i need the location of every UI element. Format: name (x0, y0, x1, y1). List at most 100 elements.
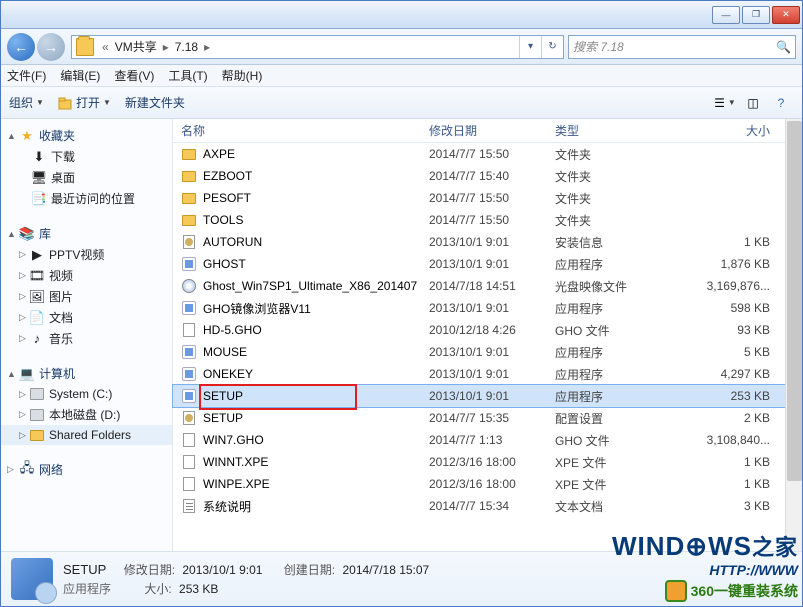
expand-icon[interactable]: ▷ (7, 464, 17, 475)
expand-icon[interactable]: ▷ (19, 312, 29, 323)
minimize-button[interactable]: — (712, 6, 740, 24)
sidebar-item-drive-c[interactable]: ▷System (C:) (1, 384, 172, 404)
sidebar-item-videos[interactable]: ▷🎞视频 (1, 265, 172, 286)
exe-icon (182, 345, 196, 359)
file-row[interactable]: ONEKEY2013/10/1 9:01应用程序4,297 KB (173, 363, 802, 385)
file-row[interactable]: SETUP2013/10/1 9:01应用程序253 KB (173, 385, 802, 407)
view-options-button[interactable]: ☰▼ (712, 92, 738, 114)
preview-pane-button[interactable]: ◫ (740, 92, 766, 114)
sidebar-item-pictures[interactable]: ▷🖼图片 (1, 286, 172, 307)
gho-icon (183, 433, 195, 447)
file-date: 2014/7/7 1:13 (429, 433, 555, 447)
file-size: 5 KB (659, 345, 802, 359)
details-pane: SETUP 修改日期: 2013/10/1 9:01 创建日期: 2014/7/… (1, 551, 802, 606)
sidebar-item-music[interactable]: ▷♪音乐 (1, 328, 172, 349)
sidebar-item-desktop[interactable]: 🖥桌面 (1, 167, 172, 188)
scrollbar[interactable] (785, 119, 802, 551)
col-date[interactable]: 修改日期 (429, 122, 555, 139)
file-name: EZBOOT (203, 169, 429, 183)
breadcrumb[interactable]: 7.18 (173, 40, 200, 54)
expand-icon[interactable]: ▷ (19, 291, 29, 302)
file-date: 2013/10/1 9:01 (429, 257, 555, 271)
file-row[interactable]: GHO镜像浏览器V112013/10/1 9:01应用程序598 KB (173, 297, 802, 319)
file-name: SETUP (203, 411, 429, 425)
help-button[interactable]: ? (768, 92, 794, 114)
menu-tools[interactable]: 工具(T) (168, 67, 207, 84)
chevron-right-icon[interactable]: ▸ (159, 40, 173, 54)
menu-edit[interactable]: 编辑(E) (60, 67, 100, 84)
sidebar-item-pptv[interactable]: ▷▶PPTV视频 (1, 244, 172, 265)
close-button[interactable]: ✕ (772, 6, 800, 24)
sidebar-item-drive-d[interactable]: ▷本地磁盘 (D:) (1, 404, 172, 425)
file-name: WINPE.XPE (203, 477, 429, 491)
sidebar-item-shared[interactable]: ▷Shared Folders (1, 425, 172, 445)
explorer-window: — ❐ ✕ ← → « VM共享 ▸ 7.18 ▸ ▾ ↻ 搜索 7.18 🔍 … (0, 0, 803, 607)
col-name[interactable]: 名称 (181, 122, 429, 139)
sidebar-network-head[interactable]: ▷🖧网络 (1, 459, 172, 480)
sidebar-item-recent[interactable]: 📑最近访问的位置 (1, 188, 172, 209)
body: ▲★收藏夹 ⬇下载 🖥桌面 📑最近访问的位置 ▲📚库 ▷▶PPTV视频 ▷🎞视频… (1, 119, 802, 551)
new-folder-button[interactable]: 新建文件夹 (125, 94, 185, 111)
refresh-button[interactable]: ↻ (541, 36, 563, 58)
file-date: 2014/7/7 15:50 (429, 147, 555, 161)
collapse-icon[interactable]: ▲ (7, 229, 17, 239)
file-row[interactable]: GHOST2013/10/1 9:01应用程序1,876 KB (173, 253, 802, 275)
collapse-icon[interactable]: ▲ (7, 369, 17, 379)
file-row[interactable]: WINNT.XPE2012/3/16 18:00XPE 文件1 KB (173, 451, 802, 473)
file-type: 安装信息 (555, 234, 659, 251)
menu-view[interactable]: 查看(V) (114, 67, 154, 84)
back-button[interactable]: ← (7, 33, 35, 61)
details-created-label: 创建日期: (284, 563, 335, 577)
col-type[interactable]: 类型 (555, 122, 659, 139)
file-row[interactable]: AUTORUN2013/10/1 9:01安装信息1 KB (173, 231, 802, 253)
file-name: AUTORUN (203, 235, 429, 249)
file-row[interactable]: HD-5.GHO2010/12/18 4:26GHO 文件93 KB (173, 319, 802, 341)
file-date: 2014/7/7 15:40 (429, 169, 555, 183)
sidebar-computer-head[interactable]: ▲💻计算机 (1, 363, 172, 384)
sidebar-libraries-head[interactable]: ▲📚库 (1, 223, 172, 244)
search-input[interactable]: 搜索 7.18 🔍 (568, 35, 796, 59)
folder-icon (182, 215, 196, 226)
file-row[interactable]: SETUP2014/7/7 15:35配置设置2 KB (173, 407, 802, 429)
expand-icon[interactable]: ▷ (19, 389, 29, 400)
expand-icon[interactable]: ▷ (19, 333, 29, 344)
sidebar-item-downloads[interactable]: ⬇下载 (1, 146, 172, 167)
file-name: 系统说明 (203, 498, 429, 515)
search-placeholder: 搜索 7.18 (573, 38, 624, 55)
expand-icon[interactable]: ▷ (19, 430, 29, 441)
music-icon: ♪ (29, 331, 45, 347)
file-row[interactable]: Ghost_Win7SP1_Ultimate_X86_2014072014/7/… (173, 275, 802, 297)
sidebar-item-documents[interactable]: ▷📄文档 (1, 307, 172, 328)
open-button[interactable]: 打开▼ (58, 94, 111, 111)
menu-help[interactable]: 帮助(H) (222, 67, 263, 84)
chevron-right-icon[interactable]: ▸ (200, 40, 214, 54)
menu-file[interactable]: 文件(F) (7, 67, 46, 84)
maximize-button[interactable]: ❐ (742, 6, 770, 24)
file-row[interactable]: EZBOOT2014/7/7 15:40文件夹 (173, 165, 802, 187)
folder-icon (76, 38, 94, 56)
expand-icon[interactable]: ▷ (19, 409, 29, 420)
file-size: 3,169,876... (659, 279, 802, 293)
nav-bar: ← → « VM共享 ▸ 7.18 ▸ ▾ ↻ 搜索 7.18 🔍 (1, 29, 802, 65)
address-dropdown[interactable]: ▾ (519, 36, 541, 58)
file-row[interactable]: WIN7.GHO2014/7/7 1:13GHO 文件3,108,840... (173, 429, 802, 451)
file-name: HD-5.GHO (203, 323, 429, 337)
forward-button[interactable]: → (37, 33, 65, 61)
breadcrumb[interactable]: VM共享 (113, 38, 159, 55)
expand-icon[interactable]: ▷ (19, 270, 29, 281)
download-icon: ⬇ (31, 149, 47, 165)
address-bar[interactable]: « VM共享 ▸ 7.18 ▸ ▾ ↻ (71, 35, 564, 59)
organize-button[interactable]: 组织▼ (9, 94, 44, 111)
file-row[interactable]: TOOLS2014/7/7 15:50文件夹 (173, 209, 802, 231)
col-size[interactable]: 大小 (659, 122, 802, 139)
folder-icon (182, 149, 196, 160)
file-row[interactable]: MOUSE2013/10/1 9:01应用程序5 KB (173, 341, 802, 363)
file-row[interactable]: PESOFT2014/7/7 15:50文件夹 (173, 187, 802, 209)
file-row[interactable]: WINPE.XPE2012/3/16 18:00XPE 文件1 KB (173, 473, 802, 495)
file-row[interactable]: AXPE2014/7/7 15:50文件夹 (173, 143, 802, 165)
file-date: 2013/10/1 9:01 (429, 301, 555, 315)
sidebar-favorites-head[interactable]: ▲★收藏夹 (1, 125, 172, 146)
file-row[interactable]: 系统说明2014/7/7 15:34文本文档3 KB (173, 495, 802, 517)
collapse-icon[interactable]: ▲ (7, 131, 17, 141)
expand-icon[interactable]: ▷ (19, 249, 29, 260)
